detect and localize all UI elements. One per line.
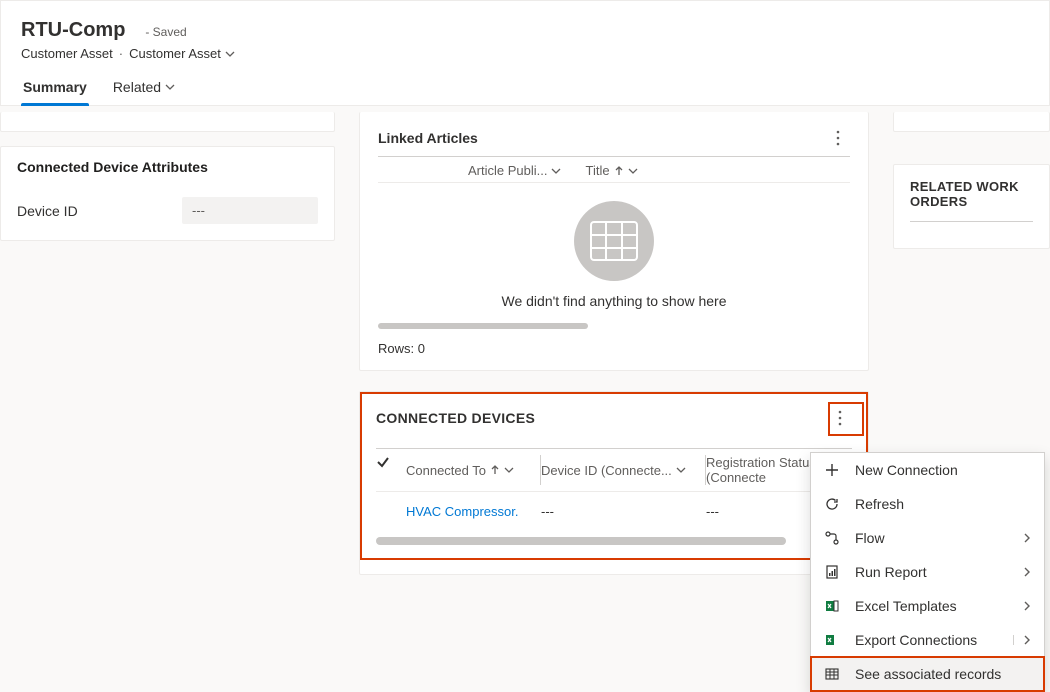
chevron-down-icon	[225, 49, 235, 59]
form-selector[interactable]: Customer Asset	[129, 46, 235, 61]
tab-summary[interactable]: Summary	[21, 79, 89, 105]
linked-articles-header-row: Article Publi... Title	[378, 156, 850, 183]
chevron-right-icon	[1022, 533, 1032, 543]
column-connected-to[interactable]: Connected To	[406, 455, 541, 485]
flow-icon	[825, 531, 839, 545]
column-article-public[interactable]: Article Publi...	[468, 163, 561, 178]
connected-devices-card: CONNECTED DEVICES Connected To Device ID…	[359, 391, 869, 575]
connected-devices-more-button[interactable]	[828, 406, 852, 430]
arrow-up-icon	[614, 166, 624, 176]
plus-icon	[825, 463, 839, 477]
chevron-right-icon	[1022, 635, 1032, 645]
breadcrumb-separator: ·	[119, 46, 123, 61]
section-title-device-attributes: Connected Device Attributes	[17, 159, 318, 175]
table-row[interactable]: HVAC Compressor. --- ---	[376, 492, 852, 529]
field-device-id[interactable]: ---	[182, 197, 318, 224]
column-device-id[interactable]: Device ID (Connecte...	[541, 455, 706, 485]
connected-devices-header-row: Connected To Device ID (Connecte... Regi…	[376, 448, 852, 492]
linked-articles-more-button[interactable]	[826, 126, 850, 150]
menu-item-run-report[interactable]: Run Report	[811, 555, 1044, 589]
save-status: - Saved	[145, 25, 186, 39]
menu-item-excel-templates[interactable]: Excel Templates	[811, 589, 1044, 623]
excel-icon	[825, 633, 839, 647]
horizontal-scrollbar[interactable]	[376, 537, 852, 546]
menu-item-see-associated-records[interactable]: See associated records	[811, 657, 1044, 691]
excel-icon	[825, 599, 839, 613]
chevron-down-icon	[676, 465, 686, 475]
related-work-orders-title: RELATED WORK ORDERS	[910, 179, 1033, 209]
breadcrumb: Customer Asset · Customer Asset	[21, 46, 1029, 61]
tab-related[interactable]: Related	[111, 79, 177, 105]
column-title[interactable]: Title	[585, 163, 637, 178]
page-title: RTU-Comp	[21, 19, 125, 41]
empty-grid-icon	[574, 201, 654, 281]
right-card-stub	[893, 112, 1050, 132]
linked-articles-title: Linked Articles	[378, 130, 478, 146]
divider	[910, 221, 1033, 222]
grid-icon	[825, 667, 839, 681]
empty-state-text: We didn't find anything to show here	[378, 293, 850, 309]
kebab-icon	[836, 130, 840, 146]
menu-item-export-connections[interactable]: Export Connections	[811, 623, 1044, 657]
link-connected-to[interactable]: HVAC Compressor.	[406, 504, 541, 519]
chevron-down-icon	[504, 465, 514, 475]
arrow-up-icon	[490, 465, 500, 475]
report-icon	[825, 565, 839, 579]
breadcrumb-entity: Customer Asset	[21, 46, 113, 61]
chevron-down-icon	[165, 82, 175, 92]
menu-item-refresh[interactable]: Refresh	[811, 487, 1044, 521]
chevron-down-icon	[628, 166, 638, 176]
menu-item-new-connection[interactable]: New Connection	[811, 453, 1044, 487]
chevron-down-icon	[551, 166, 561, 176]
cell-device-id: ---	[541, 504, 706, 519]
context-menu: New Connection Refresh Flow Run Report E…	[810, 452, 1045, 692]
label-device-id: Device ID	[17, 203, 182, 219]
menu-item-flow[interactable]: Flow	[811, 521, 1044, 555]
connected-devices-title: CONNECTED DEVICES	[376, 410, 535, 426]
kebab-icon	[838, 410, 842, 426]
linked-articles-card: Linked Articles Article Publi... Title	[359, 112, 869, 371]
horizontal-scrollbar[interactable]	[378, 323, 850, 331]
refresh-icon	[825, 497, 839, 511]
device-attributes-section: Connected Device Attributes Device ID --…	[0, 146, 335, 241]
check-icon	[376, 455, 390, 469]
chevron-right-icon	[1022, 567, 1032, 577]
left-card-stub	[0, 112, 335, 132]
rows-count: Rows: 0	[378, 341, 850, 356]
chevron-right-icon	[1022, 601, 1032, 611]
column-select[interactable]	[376, 455, 406, 485]
